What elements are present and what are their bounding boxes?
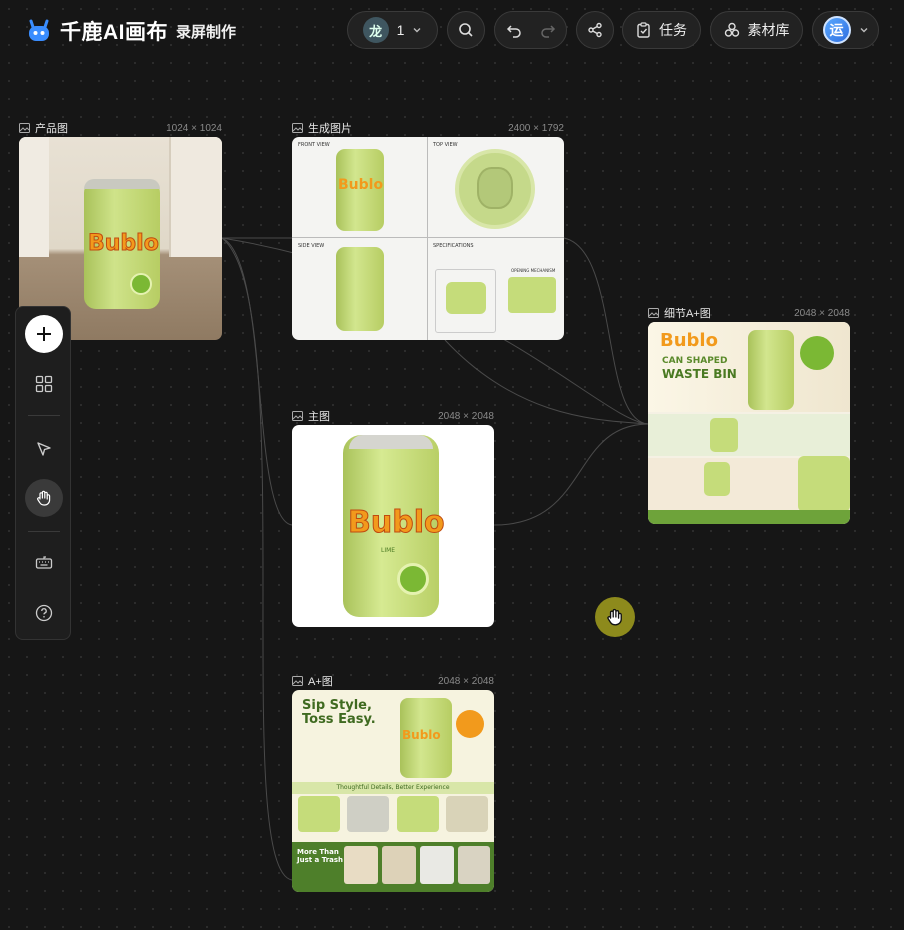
- card-title: 产品图: [35, 123, 68, 135]
- aplus-headline2: Toss Easy.: [302, 712, 376, 727]
- help-icon: [35, 604, 53, 622]
- image-icon: [19, 123, 30, 133]
- card-size: 2048 × 2048: [794, 307, 850, 319]
- image-icon: [292, 123, 303, 133]
- card-size: 2048 × 2048: [438, 675, 494, 687]
- main-product-shot: Bublo LIME: [292, 425, 494, 627]
- can-brand-text: Bublo: [88, 231, 160, 257]
- keyboard-shortcuts-button[interactable]: [25, 544, 63, 582]
- chevron-down-icon: [413, 28, 421, 33]
- card-title: 细节A+图: [664, 308, 711, 320]
- toolbar-divider: [28, 415, 60, 416]
- user-menu-button[interactable]: 运: [812, 11, 879, 49]
- brand-name: 千鹿AI画布: [60, 21, 168, 44]
- search-button[interactable]: [447, 11, 485, 49]
- project-name[interactable]: 录屏制作: [176, 21, 236, 42]
- card-aplus-image[interactable]: A+图 2048 × 2048 Sip Style, Toss Easy. Bu…: [292, 676, 494, 892]
- search-icon: [459, 23, 473, 37]
- side-toolbar: [15, 306, 71, 640]
- hand-tool-button[interactable]: [25, 479, 63, 517]
- help-button[interactable]: [25, 594, 63, 632]
- card-main-image[interactable]: 主图 2048 × 2048 Bublo LIME: [292, 411, 494, 627]
- generated-sheet: FRONT VIEW TOP VIEW SIDE VIEW SPECIFICAT…: [292, 137, 564, 340]
- panel-label: SPECIFICATIONS: [433, 243, 474, 249]
- cubes-icon: [724, 22, 739, 37]
- plus-icon: [37, 327, 51, 341]
- clipboard-icon: [637, 22, 650, 38]
- aplus-footer1: More Than: [297, 848, 339, 856]
- collaborators-button[interactable]: 龙 1: [347, 11, 438, 49]
- card-title: 主图: [308, 411, 330, 423]
- card-generated-image[interactable]: 生成图片 2400 × 1792 FRONT VIEW TOP VIEW SID…: [292, 123, 564, 340]
- hand-icon: [607, 608, 622, 626]
- hand-cursor-indicator: [595, 597, 635, 637]
- image-icon: [648, 308, 659, 318]
- toolbar-divider: [28, 531, 60, 532]
- aplus-band: Thoughtful Details, Better Experience: [336, 784, 450, 791]
- keyboard-icon: [35, 556, 53, 569]
- aplus-headline1: Sip Style,: [302, 698, 372, 713]
- redo-icon[interactable]: [540, 22, 556, 38]
- image-icon: [292, 676, 303, 686]
- select-tool-button[interactable]: [25, 430, 63, 468]
- detail-headline1: CAN SHAPED: [662, 356, 728, 366]
- card-detail-aplus[interactable]: 细节A+图 2048 × 2048 Bublo CAN SHAPED WASTE…: [648, 308, 850, 524]
- card-size: 2048 × 2048: [438, 410, 494, 422]
- undo-icon[interactable]: [506, 22, 522, 38]
- detail-brand: Bublo: [660, 330, 718, 351]
- can-flavor-text: LIME: [381, 547, 396, 554]
- grid-icon: [35, 375, 53, 393]
- panel-label: FRONT VIEW: [298, 142, 330, 148]
- hand-icon: [37, 490, 51, 506]
- chevron-down-icon: [860, 28, 867, 33]
- can-brand-text: Bublo: [348, 505, 446, 541]
- aplus-sheet: Sip Style, Toss Easy. Bublo Thoughtful D…: [292, 690, 494, 892]
- can-illustration: Bublo LIME: [343, 435, 445, 617]
- detail-headline2: WASTE BIN: [662, 367, 737, 381]
- assets-label: 素材库: [747, 22, 790, 38]
- tasks-button[interactable]: 任务: [622, 11, 701, 49]
- templates-button[interactable]: [25, 365, 63, 403]
- detail-aplus-sheet: Bublo CAN SHAPED WASTE BIN: [648, 322, 850, 524]
- card-size: 1024 × 1024: [166, 122, 222, 134]
- panel-label: TOP VIEW: [433, 142, 458, 148]
- can-brand-text: Bublo: [338, 177, 384, 193]
- card-size: 2400 × 1792: [508, 122, 564, 134]
- add-button[interactable]: [25, 315, 63, 353]
- image-icon: [292, 411, 303, 421]
- user-avatar: 运: [822, 16, 851, 44]
- collaborator-avatar: 龙: [362, 17, 389, 43]
- card-title: A+图: [308, 676, 333, 688]
- can-illustration: Bublo: [84, 179, 160, 309]
- share-button[interactable]: [576, 11, 614, 49]
- card-title: 生成图片: [308, 123, 352, 135]
- collaborator-count: 1: [396, 22, 405, 38]
- brand[interactable]: 千鹿AI画布: [26, 16, 168, 46]
- share-icon: [588, 22, 602, 38]
- tasks-label: 任务: [659, 22, 687, 38]
- can-brand-text: Bublo: [402, 728, 441, 742]
- deer-logo-icon: [29, 19, 49, 41]
- panel-label: SIDE VIEW: [298, 243, 325, 249]
- pointer-icon: [37, 442, 51, 456]
- spec-sublabel: OPENING MECHANISM: [511, 268, 556, 273]
- assets-library-button[interactable]: 素材库: [710, 11, 803, 49]
- undo-redo-group: [494, 11, 567, 49]
